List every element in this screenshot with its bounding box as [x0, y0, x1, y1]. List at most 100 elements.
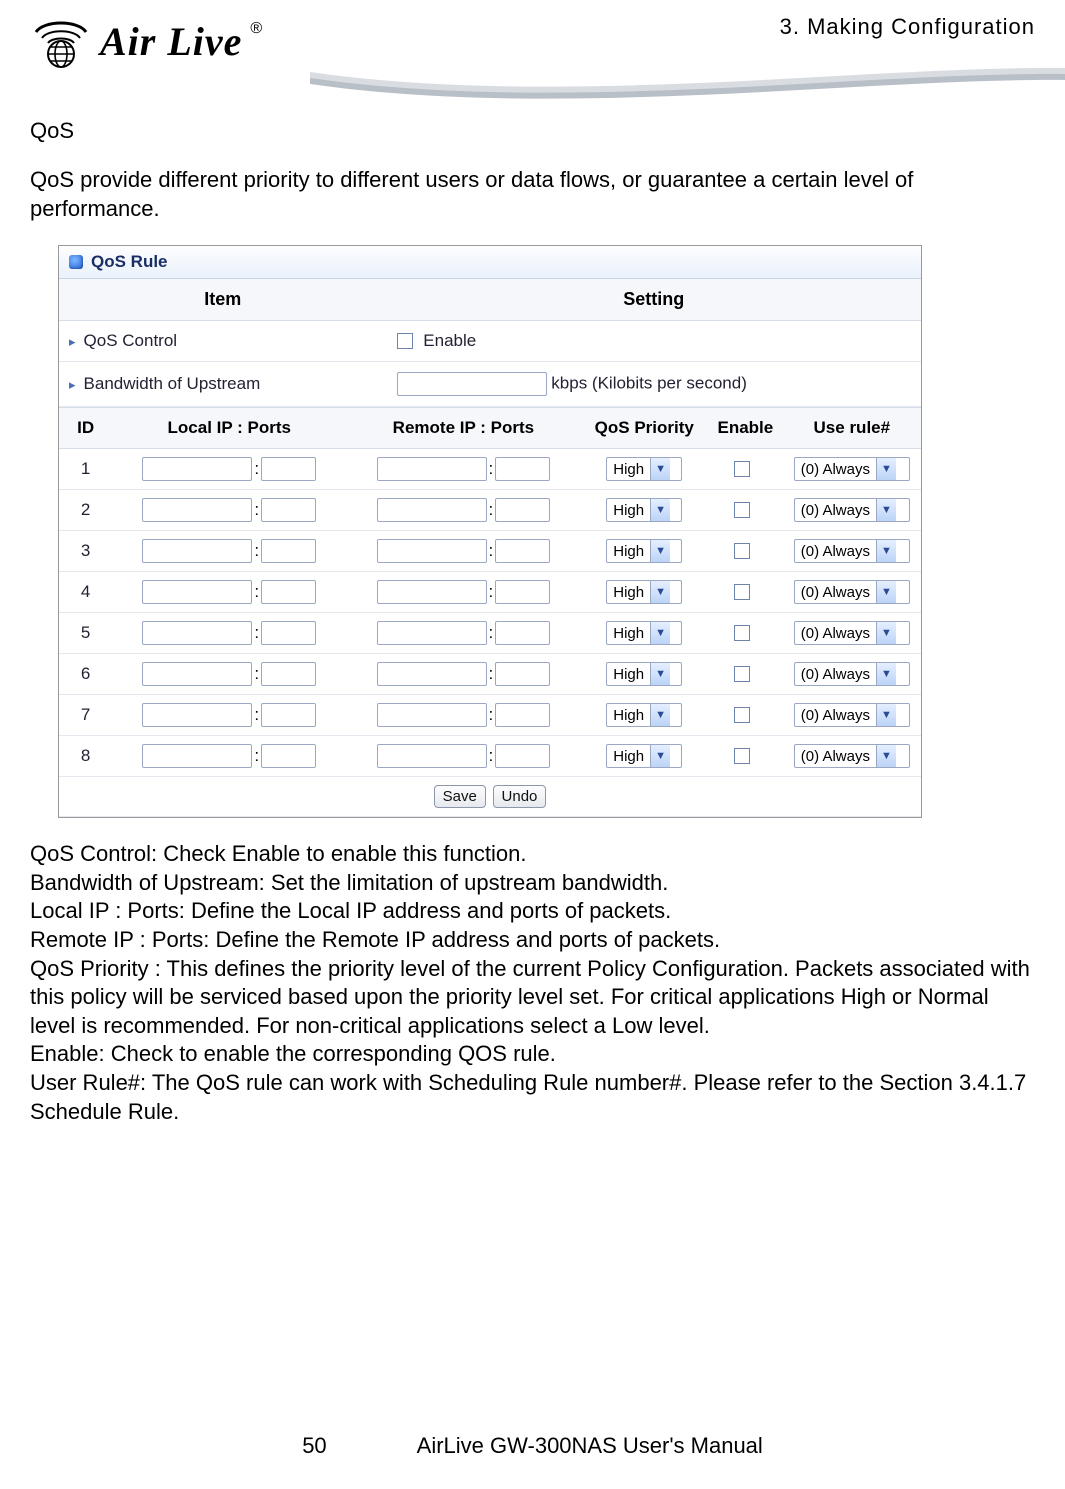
bandwidth-input[interactable] — [397, 372, 547, 396]
panel-title-text: QoS Rule — [91, 252, 168, 272]
save-button[interactable]: Save — [434, 785, 486, 808]
priority-value: High — [607, 581, 650, 603]
local-ip-input[interactable] — [142, 457, 252, 481]
settings-table: Item Setting QoS Control Enable Bandwidt… — [59, 279, 921, 407]
chevron-down-icon: ▼ — [650, 499, 670, 521]
use-rule-select[interactable]: (0) Always▼ — [794, 580, 910, 604]
remote-ip-input[interactable] — [377, 703, 487, 727]
remote-port-input[interactable] — [495, 703, 550, 727]
remote-ip-input[interactable] — [377, 539, 487, 563]
rule-enable-checkbox[interactable] — [734, 625, 750, 641]
qos-control-checkbox-label: Enable — [423, 331, 476, 350]
remote-ip-input[interactable] — [377, 662, 487, 686]
intro-paragraph: QoS provide different priority to differ… — [30, 166, 1035, 223]
priority-select[interactable]: High▼ — [606, 703, 682, 727]
remote-port-input[interactable] — [495, 662, 550, 686]
colon-separator: : — [489, 664, 494, 684]
rule-enable-checkbox[interactable] — [734, 666, 750, 682]
rule-enable-checkbox[interactable] — [734, 461, 750, 477]
use-rule-select[interactable]: (0) Always▼ — [794, 539, 910, 563]
priority-select[interactable]: High▼ — [606, 539, 682, 563]
col-local: Local IP : Ports — [112, 408, 346, 449]
priority-value: High — [607, 745, 650, 767]
remote-port-input[interactable] — [495, 539, 550, 563]
table-row: 1::High▼(0) Always▼ — [59, 449, 921, 490]
chevron-down-icon: ▼ — [876, 540, 896, 562]
rule-id: 8 — [59, 736, 112, 777]
use-rule-select[interactable]: (0) Always▼ — [794, 703, 910, 727]
local-ip-input[interactable] — [142, 621, 252, 645]
remote-port-input[interactable] — [495, 744, 550, 768]
registered-mark: ® — [250, 20, 262, 38]
priority-select[interactable]: High▼ — [606, 621, 682, 645]
rule-enable-checkbox[interactable] — [734, 748, 750, 764]
remote-ip-input[interactable] — [377, 580, 487, 604]
priority-select[interactable]: High▼ — [606, 744, 682, 768]
use-rule-select[interactable]: (0) Always▼ — [794, 457, 910, 481]
priority-select[interactable]: High▼ — [606, 498, 682, 522]
table-row: 3::High▼(0) Always▼ — [59, 531, 921, 572]
chevron-down-icon: ▼ — [876, 499, 896, 521]
local-ip-input[interactable] — [142, 703, 252, 727]
local-port-input[interactable] — [261, 703, 316, 727]
colon-separator: : — [254, 623, 259, 643]
local-port-input[interactable] — [261, 498, 316, 522]
page-footer: 50 AirLive GW-300NAS User's Manual — [0, 1433, 1065, 1459]
table-row: 6::High▼(0) Always▼ — [59, 654, 921, 695]
desc-user-rule: User Rule#: The QoS rule can work with S… — [30, 1069, 1035, 1126]
priority-select[interactable]: High▼ — [606, 662, 682, 686]
local-ip-input[interactable] — [142, 580, 252, 604]
remote-port-input[interactable] — [495, 457, 550, 481]
rule-enable-checkbox[interactable] — [734, 707, 750, 723]
colon-separator: : — [254, 541, 259, 561]
remote-ip-input[interactable] — [377, 744, 487, 768]
undo-button[interactable]: Undo — [493, 785, 547, 808]
table-row: 8::High▼(0) Always▼ — [59, 736, 921, 777]
use-rule-select[interactable]: (0) Always▼ — [794, 498, 910, 522]
use-rule-select[interactable]: (0) Always▼ — [794, 621, 910, 645]
remote-port-input[interactable] — [495, 580, 550, 604]
priority-value: High — [607, 458, 650, 480]
use-rule-select[interactable]: (0) Always▼ — [794, 744, 910, 768]
desc-local-ip: Local IP : Ports: Define the Local IP ad… — [30, 897, 1035, 926]
local-ip-input[interactable] — [142, 662, 252, 686]
chevron-down-icon: ▼ — [876, 581, 896, 603]
rules-table: ID Local IP : Ports Remote IP : Ports Qo… — [59, 407, 921, 817]
rule-enable-checkbox[interactable] — [734, 502, 750, 518]
qos-control-checkbox[interactable] — [397, 333, 413, 349]
use-rule-select[interactable]: (0) Always▼ — [794, 662, 910, 686]
rule-enable-checkbox[interactable] — [734, 543, 750, 559]
local-ip-input[interactable] — [142, 744, 252, 768]
panel-title-icon — [69, 255, 83, 269]
remote-port-input[interactable] — [495, 498, 550, 522]
rule-enable-checkbox[interactable] — [734, 584, 750, 600]
local-port-input[interactable] — [261, 457, 316, 481]
column-setting: Setting — [387, 279, 921, 321]
local-ip-input[interactable] — [142, 498, 252, 522]
local-port-input[interactable] — [261, 662, 316, 686]
chevron-down-icon: ▼ — [650, 581, 670, 603]
table-row: 5::High▼(0) Always▼ — [59, 613, 921, 654]
local-ip-input[interactable] — [142, 539, 252, 563]
local-port-input[interactable] — [261, 621, 316, 645]
manual-title: AirLive GW-300NAS User's Manual — [417, 1433, 763, 1459]
remote-port-input[interactable] — [495, 621, 550, 645]
rule-id: 1 — [59, 449, 112, 490]
use-rule-value: (0) Always — [795, 704, 876, 726]
chevron-down-icon: ▼ — [650, 663, 670, 685]
desc-qos-control: QoS Control: Check Enable to enable this… — [30, 840, 1035, 869]
remote-ip-input[interactable] — [377, 457, 487, 481]
page-number: 50 — [302, 1433, 326, 1459]
priority-select[interactable]: High▼ — [606, 457, 682, 481]
use-rule-value: (0) Always — [795, 663, 876, 685]
use-rule-value: (0) Always — [795, 540, 876, 562]
remote-ip-input[interactable] — [377, 621, 487, 645]
local-port-input[interactable] — [261, 580, 316, 604]
use-rule-value: (0) Always — [795, 458, 876, 480]
priority-value: High — [607, 622, 650, 644]
priority-select[interactable]: High▼ — [606, 580, 682, 604]
local-port-input[interactable] — [261, 744, 316, 768]
remote-ip-input[interactable] — [377, 498, 487, 522]
priority-value: High — [607, 540, 650, 562]
local-port-input[interactable] — [261, 539, 316, 563]
